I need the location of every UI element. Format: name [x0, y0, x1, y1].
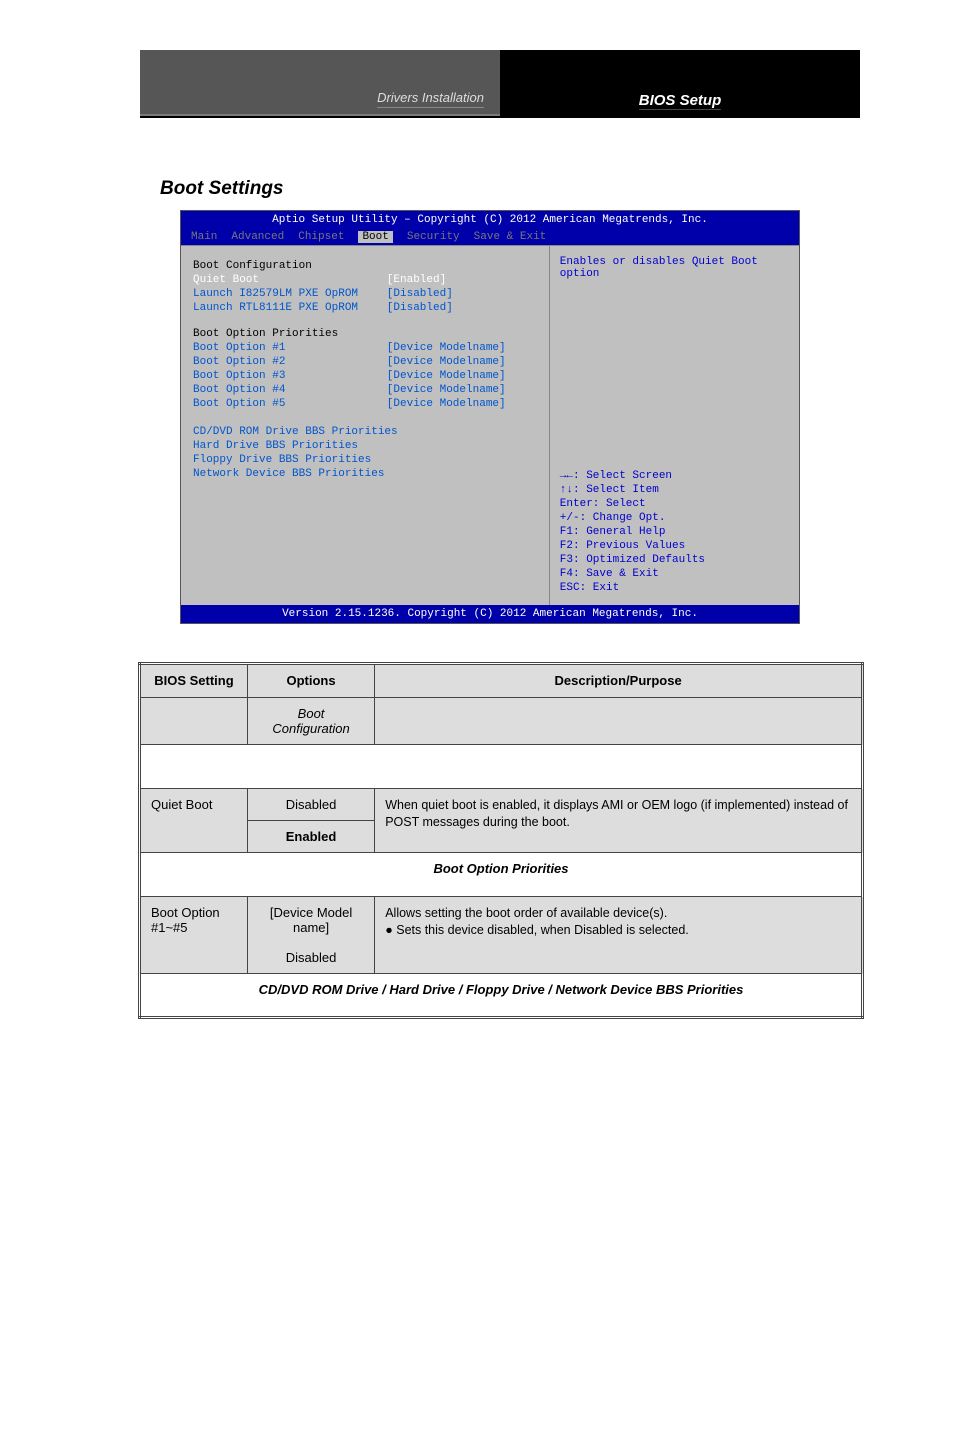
bios-value: [Disabled]: [387, 302, 537, 314]
cell-desc: Allows setting the boot order of availab…: [375, 897, 863, 974]
bios-value: [Enabled]: [387, 274, 537, 286]
section-title: Boot Settings: [160, 178, 914, 200]
bios-row[interactable]: Boot Option #3[Device Modelname]: [193, 370, 537, 382]
bios-group-heading: Boot Option Priorities: [193, 328, 537, 340]
bios-help-text: Enables or disables Quiet Boot option: [560, 256, 789, 280]
bios-label: Network Device BBS Priorities: [193, 468, 537, 480]
bios-row[interactable]: Boot Option #1[Device Modelname]: [193, 342, 537, 354]
table-row: Boot Option #1~#5 [Device Model name] Di…: [140, 897, 863, 974]
bios-label: Launch I82579LM PXE OpROM: [193, 288, 387, 300]
bios-row[interactable]: Launch RTL8111E PXE OpROM[Disabled]: [193, 302, 537, 314]
bios-label: Boot Option #1: [193, 342, 387, 354]
bios-key-hint: F2: Previous Values: [560, 539, 705, 553]
section-empty: [140, 745, 863, 789]
bios-row[interactable]: Floppy Drive BBS Priorities: [193, 454, 537, 466]
th-options: Options: [247, 664, 374, 698]
bios-label: Quiet Boot: [193, 274, 387, 286]
bios-screenshot: Aptio Setup Utility – Copyright (C) 2012…: [180, 210, 800, 624]
bios-label: CD/DVD ROM Drive BBS Priorities: [193, 426, 537, 438]
page-header: Drivers Installation BIOS Setup: [140, 50, 860, 118]
bios-row[interactable]: Launch I82579LM PXE OpROM[Disabled]: [193, 288, 537, 300]
table-subheader-row: Boot Configuration: [140, 698, 863, 745]
cell-options: Disabled Enabled: [247, 789, 374, 853]
bios-row[interactable]: Boot Option #4[Device Modelname]: [193, 384, 537, 396]
bios-row[interactable]: Quiet Boot[Enabled]: [193, 274, 537, 286]
bios-tab-boot[interactable]: Boot: [358, 231, 392, 243]
bios-value: [Device Modelname]: [387, 342, 537, 354]
header-right: BIOS Setup: [500, 50, 860, 116]
bios-right-pane: Enables or disables Quiet Boot option →←…: [550, 246, 799, 605]
bios-tab-chipset[interactable]: Chipset: [298, 231, 344, 243]
bios-tab-advanced[interactable]: Advanced: [231, 231, 284, 243]
th-empty: [375, 698, 863, 745]
bios-footer: Version 2.15.1236. Copyright (C) 2012 Am…: [181, 605, 799, 623]
table-section-row: CD/DVD ROM Drive / Hard Drive / Floppy D…: [140, 974, 863, 1018]
table-header-row: BIOS Setting Options Description/Purpose: [140, 664, 863, 698]
option-value-default: Enabled: [248, 821, 374, 852]
header-right-text: BIOS Setup: [639, 92, 722, 110]
bios-tab-security[interactable]: Security: [407, 231, 460, 243]
bios-row[interactable]: Hard Drive BBS Priorities: [193, 440, 537, 452]
bios-row[interactable]: Network Device BBS Priorities: [193, 468, 537, 480]
bios-value: [Device Modelname]: [387, 398, 537, 410]
bios-tabs: Main Advanced Chipset Boot Security Save…: [181, 229, 799, 245]
header-left-text: Drivers Installation: [377, 90, 484, 108]
bios-row[interactable]: CD/DVD ROM Drive BBS Priorities: [193, 426, 537, 438]
bios-key-hint: +/-: Change Opt.: [560, 511, 705, 525]
bios-label: Boot Option #4: [193, 384, 387, 396]
bios-label: Hard Drive BBS Priorities: [193, 440, 537, 452]
bios-value: [Device Modelname]: [387, 370, 537, 382]
bios-left-pane: Boot Configuration Quiet Boot[Enabled] L…: [181, 246, 550, 605]
bios-row[interactable]: Boot Option #5[Device Modelname]: [193, 398, 537, 410]
cell-desc: When quiet boot is enabled, it displays …: [375, 789, 863, 853]
bios-key-hint: Enter: Select: [560, 497, 705, 511]
bios-value: [Device Modelname]: [387, 356, 537, 368]
th-setting: BIOS Setting: [140, 664, 248, 698]
cell-setting: Boot Option #1~#5: [140, 897, 248, 974]
option-value: Disabled: [248, 789, 374, 821]
bios-key-hint: F4: Save & Exit: [560, 567, 705, 581]
bios-group-heading: Boot Configuration: [193, 260, 537, 272]
section-label: Boot Option Priorities: [140, 853, 863, 897]
bios-row[interactable]: Boot Option #2[Device Modelname]: [193, 356, 537, 368]
bios-help-keys: →←: Select Screen ↑↓: Select Item Enter:…: [560, 469, 705, 595]
table-section-row: [140, 745, 863, 789]
bios-title: Aptio Setup Utility – Copyright (C) 2012…: [181, 211, 799, 229]
bios-label: Boot Option #2: [193, 356, 387, 368]
table-row: Quiet Boot Disabled Enabled When quiet b…: [140, 789, 863, 853]
cell-setting: Quiet Boot: [140, 789, 248, 853]
bios-label: Floppy Drive BBS Priorities: [193, 454, 537, 466]
bios-label: Launch RTL8111E PXE OpROM: [193, 302, 387, 314]
bios-tab-main[interactable]: Main: [191, 231, 217, 243]
bios-value: [Disabled]: [387, 288, 537, 300]
th-empty: [140, 698, 248, 745]
bios-key-hint: →←: Select Screen: [560, 469, 705, 483]
bios-label: Boot Option #3: [193, 370, 387, 382]
bios-value: [Device Modelname]: [387, 384, 537, 396]
th-desc: Description/Purpose: [375, 664, 863, 698]
bios-key-hint: F1: General Help: [560, 525, 705, 539]
header-left: Drivers Installation: [140, 50, 500, 116]
th-sub-options: Boot Configuration: [247, 698, 374, 745]
settings-table: BIOS Setting Options Description/Purpose…: [138, 662, 864, 1019]
bios-key-hint: ↑↓: Select Item: [560, 483, 705, 497]
section-label: CD/DVD ROM Drive / Hard Drive / Floppy D…: [140, 974, 863, 1018]
bios-tab-save-exit[interactable]: Save & Exit: [474, 231, 547, 243]
cell-options: [Device Model name] Disabled: [247, 897, 374, 974]
bios-key-hint: F3: Optimized Defaults: [560, 553, 705, 567]
table-section-row: Boot Option Priorities: [140, 853, 863, 897]
bios-label: Boot Option #5: [193, 398, 387, 410]
bios-key-hint: ESC: Exit: [560, 581, 705, 595]
